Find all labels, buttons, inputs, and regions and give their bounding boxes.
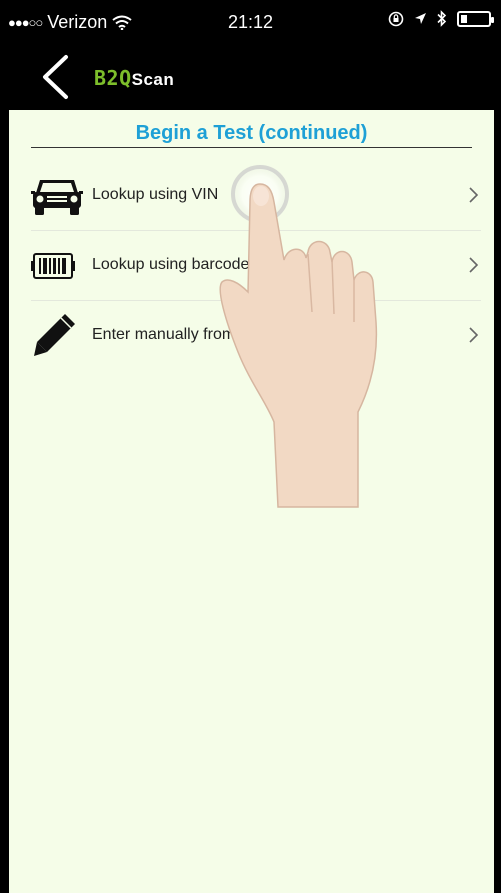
status-bar: ●●●○○ Verizon 21:12 [0,0,501,44]
status-right [388,10,494,27]
car-icon [31,180,83,215]
bluetooth-icon [437,10,447,27]
battery-icon [457,10,494,27]
back-button[interactable] [36,54,76,100]
rotation-lock-icon [388,11,404,26]
pencil-icon [34,314,75,356]
title-divider [31,147,472,148]
chevron-right-icon [469,257,479,273]
lookup-vin-label: Lookup using VIN [92,186,219,203]
chevron-left-icon [43,55,68,99]
b2qscan-logo: B2QScan [94,66,174,91]
tap-hand-overlay-icon [219,164,378,508]
logo-suffix: Scan [131,70,175,89]
logo-prefix: B2Q [94,66,132,90]
navigation-bar: B2QScan [0,44,501,110]
location-arrow-icon [415,13,426,24]
chevron-right-icon [469,327,479,343]
chevron-right-icon [469,187,479,203]
page-title: Begin a Test (continued) [135,122,368,144]
barcode-icon [31,253,75,279]
